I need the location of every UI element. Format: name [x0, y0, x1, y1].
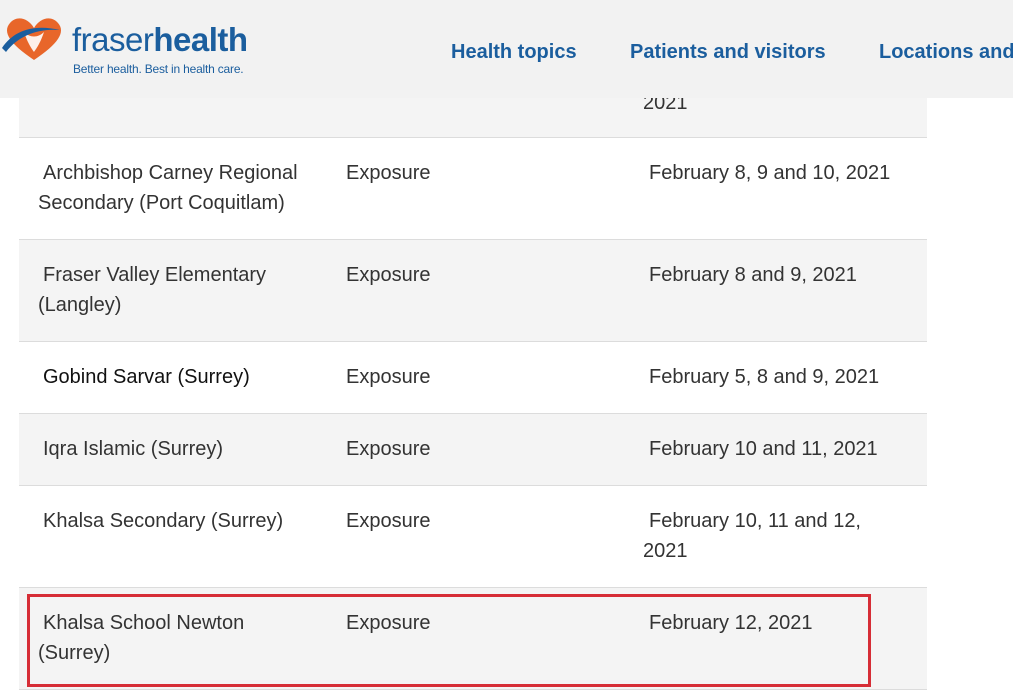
table-cell-school: Iqra Islamic (Surrey) — [38, 434, 308, 464]
school-name-line1: Khalsa Secondary (Surrey) — [43, 510, 284, 532]
date-line1: February 8 and 9, 2021 — [649, 264, 857, 286]
table-cell-date: February 8, 9 and 10, 2021 — [643, 158, 903, 188]
table-cell-type: Exposure — [346, 438, 431, 460]
table-cell-school: Gobind Sarvar (Surrey) — [38, 362, 308, 392]
table-row: Iqra Islamic (Surrey) Exposure February … — [19, 414, 927, 486]
school-name-line1: Gobind Sarvar (Surrey) — [43, 366, 250, 388]
table-cell-type: Exposure — [346, 366, 431, 388]
brand-name-part1: fraser — [72, 21, 154, 58]
table-row: Khalsa School Newton (Surrey) Exposure F… — [19, 588, 927, 690]
fraser-health-logo[interactable]: fraserhealth Better health. Best in heal… — [0, 10, 248, 80]
table-cell-type: Exposure — [346, 510, 431, 532]
table-cell-date: February 8 and 9, 2021 — [643, 260, 903, 290]
brand-name-part2: health — [153, 21, 248, 58]
school-name-line2: Secondary (Port Coquitlam) — [38, 192, 285, 214]
brand-tagline: Better health. Best in health care. — [73, 62, 244, 76]
nav-locations-and[interactable]: Locations and — [879, 41, 1013, 64]
table-row: Archbishop Carney Regional Secondary (Po… — [19, 138, 927, 240]
table-cell-school: Khalsa School Newton (Surrey) — [38, 608, 308, 668]
table-row: Fraser Valley Elementary (Langley) Expos… — [19, 240, 927, 342]
table-cell-type: Exposure — [346, 612, 431, 634]
table-cell-type: Exposure — [346, 264, 431, 286]
school-name-line1: Khalsa School Newton — [43, 612, 245, 634]
date-line1: February 10 and 11, 2021 — [649, 438, 878, 460]
date-line1: February 10, 11 and 12, — [649, 510, 861, 532]
heart-logo-icon — [2, 18, 61, 60]
nav-health-topics[interactable]: Health topics — [451, 41, 577, 64]
school-name-line1: Archbishop Carney Regional — [43, 162, 298, 184]
table-cell-school: Fraser Valley Elementary (Langley) — [38, 260, 308, 320]
school-name-line1: Iqra Islamic (Surrey) — [43, 438, 224, 460]
table-cell-type: Exposure — [346, 162, 431, 184]
date-line2: 2021 — [643, 540, 688, 562]
nav-patients-and-visitors[interactable]: Patients and visitors — [630, 41, 826, 64]
date-line1: February 8, 9 and 10, 2021 — [649, 162, 891, 184]
table-cell-date: February 10, 11 and 12, 2021 — [643, 506, 903, 566]
table-cell-school: Khalsa Secondary (Surrey) — [38, 506, 308, 536]
school-name-line1: Fraser Valley Elementary — [43, 264, 267, 286]
table-row: Gobind Sarvar (Surrey) Exposure February… — [19, 342, 927, 414]
school-name-line2: (Surrey) — [38, 642, 111, 664]
table-cell-school: Archbishop Carney Regional Secondary (Po… — [38, 158, 308, 218]
table-cell-date: February 10 and 11, 2021 — [643, 434, 903, 464]
date-line1: February 12, 2021 — [649, 612, 813, 634]
table-row: Khalsa Secondary (Surrey) Exposure Febru… — [19, 486, 927, 588]
table-cell-date: February 12, 2021 — [643, 608, 903, 638]
table-cell-date: February 5, 8 and 9, 2021 — [643, 362, 903, 392]
brand-name: fraserhealth — [72, 22, 248, 58]
date-line1: February 5, 8 and 9, 2021 — [649, 366, 880, 388]
school-name-line2: (Langley) — [38, 294, 122, 316]
site-header: fraserhealth Better health. Best in heal… — [0, 0, 1013, 98]
